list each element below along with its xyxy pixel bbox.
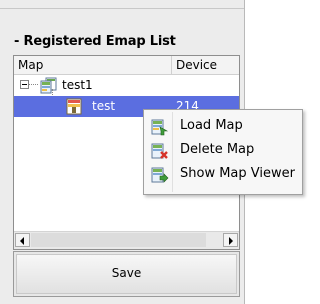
column-header-map[interactable]: Map xyxy=(14,56,172,74)
menu-item-load-map[interactable]: Load Map xyxy=(146,115,300,139)
menu-item-label: Load Map xyxy=(180,118,243,133)
tree-node-label: test xyxy=(92,99,116,113)
menu-item-label: Show Map Viewer xyxy=(180,166,295,181)
map-node-icon xyxy=(66,98,82,115)
panel-top-strip xyxy=(0,0,244,9)
delete-map-icon xyxy=(151,142,169,160)
save-button-frame: Save xyxy=(13,251,240,297)
menu-item-show-map-viewer[interactable]: Show Map Viewer xyxy=(146,163,300,187)
scroll-thumb[interactable] xyxy=(31,233,206,247)
scroll-right-icon[interactable] xyxy=(223,233,238,247)
menu-item-label: Delete Map xyxy=(180,142,255,157)
scroll-left-icon[interactable] xyxy=(15,233,30,247)
tree-header: Map Device xyxy=(14,56,239,75)
menu-item-delete-map[interactable]: Delete Map xyxy=(146,139,300,163)
load-map-icon xyxy=(151,118,169,136)
tree-connector xyxy=(29,84,38,85)
collapse-icon[interactable] xyxy=(20,80,29,89)
save-button[interactable]: Save xyxy=(16,254,237,294)
show-map-viewer-icon xyxy=(151,166,169,184)
context-menu: Load Map Delete Map Show Map Viewer xyxy=(143,109,303,195)
map-group-icon xyxy=(40,77,57,94)
tree-row-test1[interactable]: test1 xyxy=(14,75,239,96)
horizontal-scrollbar[interactable] xyxy=(14,231,239,249)
tree-node-label: test1 xyxy=(62,78,93,92)
section-title: - Registered Emap List xyxy=(14,34,176,49)
column-header-device[interactable]: Device xyxy=(172,56,240,74)
